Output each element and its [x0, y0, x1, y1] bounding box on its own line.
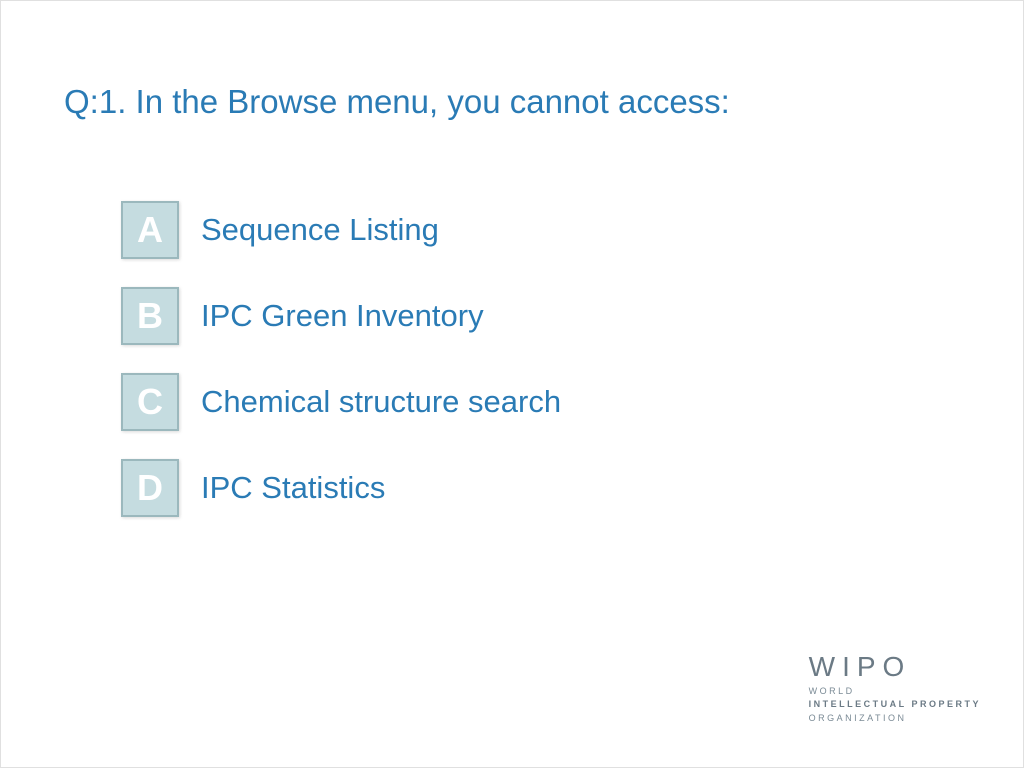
- logo-line3: ORGANIZATION: [809, 712, 981, 726]
- option-letter-box: A: [121, 201, 179, 259]
- logo-main-text: WIPO: [809, 651, 981, 683]
- option-c[interactable]: C Chemical structure search: [121, 373, 561, 431]
- options-list: A Sequence Listing B IPC Green Inventory…: [121, 201, 561, 545]
- option-d[interactable]: D IPC Statistics: [121, 459, 561, 517]
- option-letter-box: D: [121, 459, 179, 517]
- option-text: IPC Green Inventory: [201, 298, 484, 334]
- logo-line1: WORLD: [809, 685, 981, 699]
- option-a[interactable]: A Sequence Listing: [121, 201, 561, 259]
- question-title: Q:1. In the Browse menu, you cannot acce…: [64, 83, 730, 121]
- wipo-logo: WIPO WORLD INTELLECTUAL PROPERTY ORGANIZ…: [809, 651, 981, 726]
- option-b[interactable]: B IPC Green Inventory: [121, 287, 561, 345]
- logo-line2: INTELLECTUAL PROPERTY: [809, 698, 981, 712]
- option-text: Chemical structure search: [201, 384, 561, 420]
- logo-subtitle: WORLD INTELLECTUAL PROPERTY ORGANIZATION: [809, 685, 981, 726]
- option-letter-box: C: [121, 373, 179, 431]
- option-text: Sequence Listing: [201, 212, 439, 248]
- option-letter-box: B: [121, 287, 179, 345]
- option-text: IPC Statistics: [201, 470, 385, 506]
